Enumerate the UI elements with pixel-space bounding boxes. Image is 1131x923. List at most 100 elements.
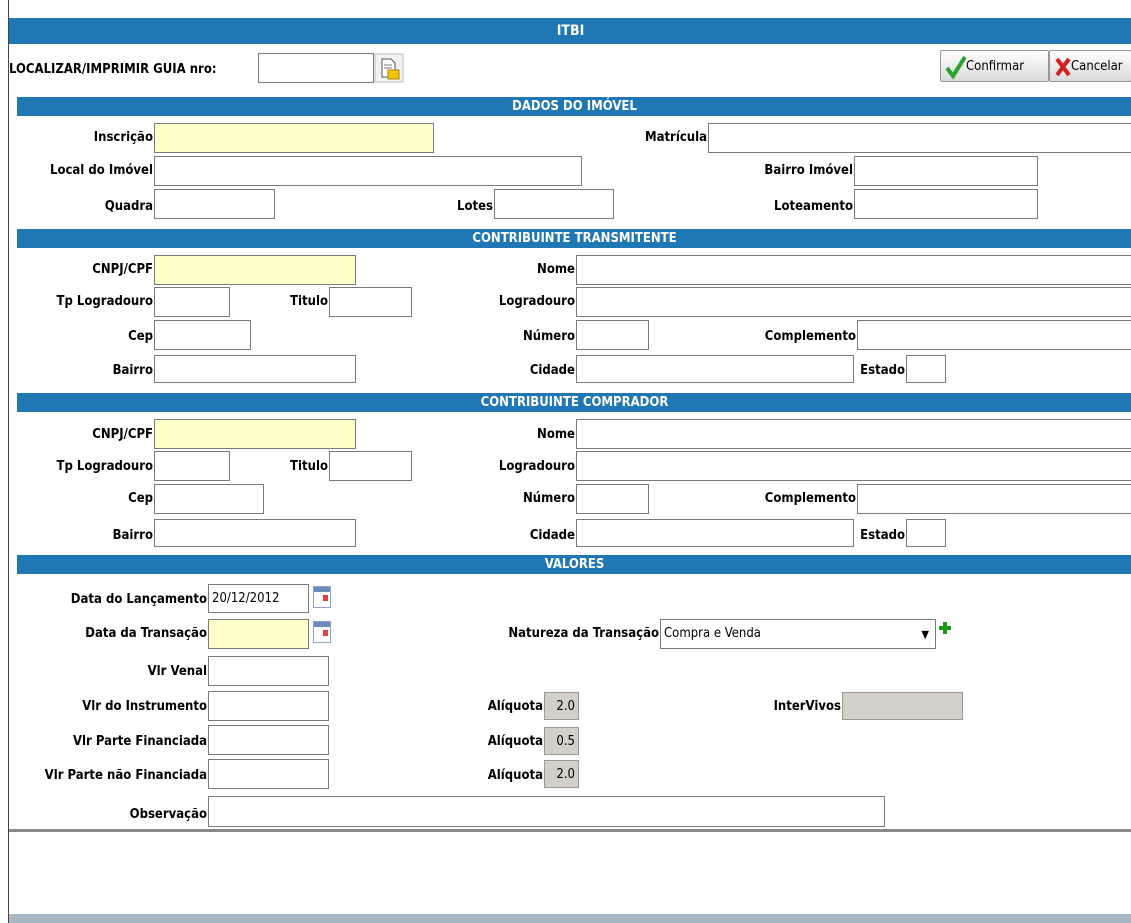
vlr-parte-nao-financiada-input[interactable] xyxy=(208,759,329,789)
observacao-label: Observação xyxy=(129,807,207,822)
lotes-input[interactable] xyxy=(494,189,614,219)
bairro-imovel-input[interactable] xyxy=(854,156,1038,186)
calendar-icon[interactable] xyxy=(313,586,331,608)
quadra-input[interactable] xyxy=(154,189,275,219)
comprador-complemento-input[interactable] xyxy=(857,484,1131,514)
vlr-parte-nao-financiada-label: Vlr Parte não Financiada xyxy=(44,768,207,783)
transmitente-complemento-label: Complemento xyxy=(764,329,856,344)
section-header-transmitente: CONTRIBUINTE TRANSMITENTE xyxy=(17,229,1131,248)
section-header-comprador: CONTRIBUINTE COMPRADOR xyxy=(17,393,1131,412)
aliquota-label: Alíquota xyxy=(487,768,543,783)
quadra-label: Quadra xyxy=(104,199,153,214)
comprador-estado-input[interactable] xyxy=(906,519,946,547)
comprador-complemento-label: Complemento xyxy=(764,491,856,506)
aliquota-label: Alíquota xyxy=(487,734,543,749)
guide-number-input[interactable] xyxy=(258,53,374,83)
vlr-venal-input[interactable] xyxy=(208,656,329,686)
intervivos-label: InterVivos xyxy=(773,699,841,714)
natureza-transacao-label: Natureza da Transação xyxy=(508,626,659,641)
intervivos-input xyxy=(842,692,963,720)
section-header-valores: VALORES xyxy=(17,555,1131,574)
transmitente-estado-label: Estado xyxy=(860,363,905,378)
vlr-instrumento-label: Vlr do Instrumento xyxy=(82,699,207,714)
confirm-label: Confirmar xyxy=(966,59,1025,74)
confirm-button[interactable]: Confirmar xyxy=(940,50,1049,82)
loteamento-input[interactable] xyxy=(854,189,1038,219)
comprador-tp-logradouro-input[interactable] xyxy=(154,451,230,481)
comprador-estado-label: Estado xyxy=(860,528,905,543)
lotes-label: Lotes xyxy=(457,199,493,214)
comprador-cidade-label: Cidade xyxy=(529,528,575,543)
transmitente-cidade-input[interactable] xyxy=(576,355,854,383)
aliquota-label: Alíquota xyxy=(487,699,543,714)
transmitente-cnpj-label: CNPJ/CPF xyxy=(92,262,153,277)
transmitente-bairro-label: Bairro xyxy=(112,363,153,378)
comprador-logradouro-input[interactable] xyxy=(576,451,1131,481)
data-transacao-input[interactable] xyxy=(208,619,309,649)
loteamento-label: Loteamento xyxy=(774,199,853,214)
inscricao-label: Inscrição xyxy=(93,130,153,145)
bairro-imovel-label: Bairro Imóvel xyxy=(764,163,853,178)
natureza-transacao-select[interactable]: Compra e Venda ▼ xyxy=(660,619,936,649)
vlr-instrumento-input[interactable] xyxy=(208,691,329,721)
search-doc-icon[interactable] xyxy=(374,53,404,83)
comprador-cnpj-input[interactable] xyxy=(154,419,356,449)
itbi-form: ITBI LOCALIZAR/IMPRIMIR GUIA nro: Confir… xyxy=(8,0,1131,923)
transmitente-cnpj-input[interactable] xyxy=(154,255,356,285)
transmitente-nome-label: Nome xyxy=(537,262,575,277)
data-lancamento-input[interactable]: 20/12/2012 xyxy=(208,584,309,613)
page-title: ITBI xyxy=(9,18,1131,44)
vlr-venal-label: Vlr Venal xyxy=(147,664,207,679)
comprador-titulo-label: Titulo xyxy=(290,459,328,474)
aliquota-2-input: 0.5 xyxy=(544,727,579,755)
data-transacao-label: Data da Transação xyxy=(85,626,207,641)
local-imovel-label: Local do Imóvel xyxy=(50,163,153,178)
comprador-bairro-label: Bairro xyxy=(112,528,153,543)
comprador-tp-logradouro-label: Tp Logradouro xyxy=(56,459,153,474)
aliquota-3-input: 2.0 xyxy=(544,760,579,788)
bottom-strip xyxy=(9,914,1131,923)
comprador-numero-label: Número xyxy=(522,491,575,506)
transmitente-estado-input[interactable] xyxy=(906,355,946,383)
comprador-logradouro-label: Logradouro xyxy=(498,459,575,474)
transmitente-numero-input[interactable] xyxy=(576,320,649,350)
comprador-nome-label: Nome xyxy=(537,427,575,442)
comprador-titulo-input[interactable] xyxy=(329,451,412,481)
transmitente-bairro-input[interactable] xyxy=(154,355,356,383)
comprador-cnpj-label: CNPJ/CPF xyxy=(92,427,153,442)
transmitente-complemento-input[interactable] xyxy=(857,320,1131,350)
comprador-bairro-input[interactable] xyxy=(154,519,356,547)
calendar-icon[interactable] xyxy=(313,621,331,643)
transmitente-tp-logradouro-label: Tp Logradouro xyxy=(56,294,153,309)
matricula-input[interactable] xyxy=(708,123,1131,153)
transmitente-cep-label: Cep xyxy=(128,329,153,344)
x-icon xyxy=(1054,51,1072,81)
transmitente-tp-logradouro-input[interactable] xyxy=(154,287,230,317)
matricula-label: Matrícula xyxy=(644,130,707,145)
dropdown-arrow-icon: ▼ xyxy=(921,628,929,641)
transmitente-logradouro-label: Logradouro xyxy=(498,294,575,309)
cancel-button[interactable]: Cancelar xyxy=(1049,50,1131,82)
comprador-cidade-input[interactable] xyxy=(576,519,854,547)
comprador-cep-label: Cep xyxy=(128,491,153,506)
local-imovel-input[interactable] xyxy=(154,156,582,186)
comprador-cep-input[interactable] xyxy=(154,484,264,514)
transmitente-cidade-label: Cidade xyxy=(529,363,575,378)
locate-guide-label: LOCALIZAR/IMPRIMIR GUIA nro: xyxy=(9,62,217,77)
comprador-numero-input[interactable] xyxy=(576,484,649,514)
inscricao-input[interactable] xyxy=(154,123,434,153)
transmitente-cep-input[interactable] xyxy=(154,320,251,350)
transmitente-nome-input[interactable] xyxy=(576,255,1131,285)
comprador-nome-input[interactable] xyxy=(576,419,1131,449)
transmitente-logradouro-input[interactable] xyxy=(576,287,1131,317)
aliquota-1-input: 2.0 xyxy=(544,692,579,720)
transmitente-numero-label: Número xyxy=(522,329,575,344)
section-header-imovel: DADOS DO IMÓVEL xyxy=(17,97,1131,116)
vlr-parte-financiada-input[interactable] xyxy=(208,725,329,755)
check-icon xyxy=(945,51,967,81)
vlr-parte-financiada-label: Vlr Parte Financiada xyxy=(72,734,207,749)
transmitente-titulo-input[interactable] xyxy=(329,287,412,317)
observacao-input[interactable] xyxy=(208,796,885,827)
data-lancamento-label: Data do Lançamento xyxy=(70,592,207,607)
plus-icon[interactable] xyxy=(937,620,953,636)
